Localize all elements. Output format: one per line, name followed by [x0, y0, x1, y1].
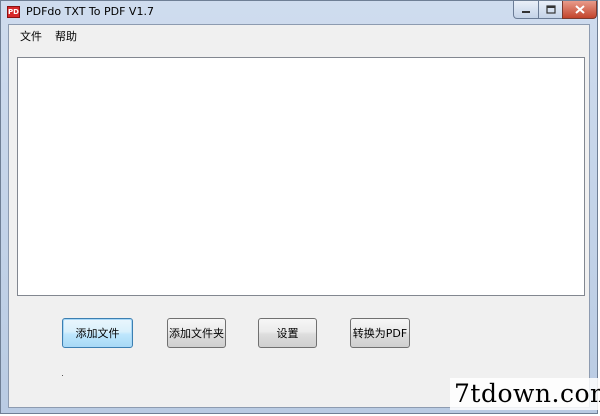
add-file-button[interactable]: 添加文件	[62, 318, 133, 348]
menu-file[interactable]: 文件	[18, 28, 44, 44]
status-dot	[62, 375, 63, 376]
title-bar[interactable]: PD PDFdo TXT To PDF V1.7	[1, 1, 599, 23]
settings-button[interactable]: 设置	[258, 318, 317, 348]
window-title: PDFdo TXT To PDF V1.7	[26, 5, 154, 18]
add-folder-button[interactable]: 添加文件夹	[167, 318, 226, 348]
client-area: 文件 帮助 添加文件 添加文件夹 设置 转换为PDF	[8, 24, 590, 408]
watermark-text: 7tdown.com	[450, 378, 600, 410]
close-icon	[574, 5, 585, 14]
minimize-icon	[522, 10, 530, 13]
convert-to-pdf-button[interactable]: 转换为PDF	[350, 318, 410, 348]
maximize-icon	[545, 5, 556, 14]
file-list[interactable]	[17, 57, 585, 296]
menu-help[interactable]: 帮助	[53, 28, 79, 44]
minimize-button[interactable]	[513, 1, 539, 19]
menu-bar: 文件 帮助	[9, 25, 589, 45]
app-window: PD PDFdo TXT To PDF V1.7 文件 帮助 添加文件 添加文件…	[0, 0, 598, 414]
close-button[interactable]	[562, 1, 597, 19]
maximize-button[interactable]	[538, 1, 563, 19]
app-icon: PD	[7, 6, 20, 18]
